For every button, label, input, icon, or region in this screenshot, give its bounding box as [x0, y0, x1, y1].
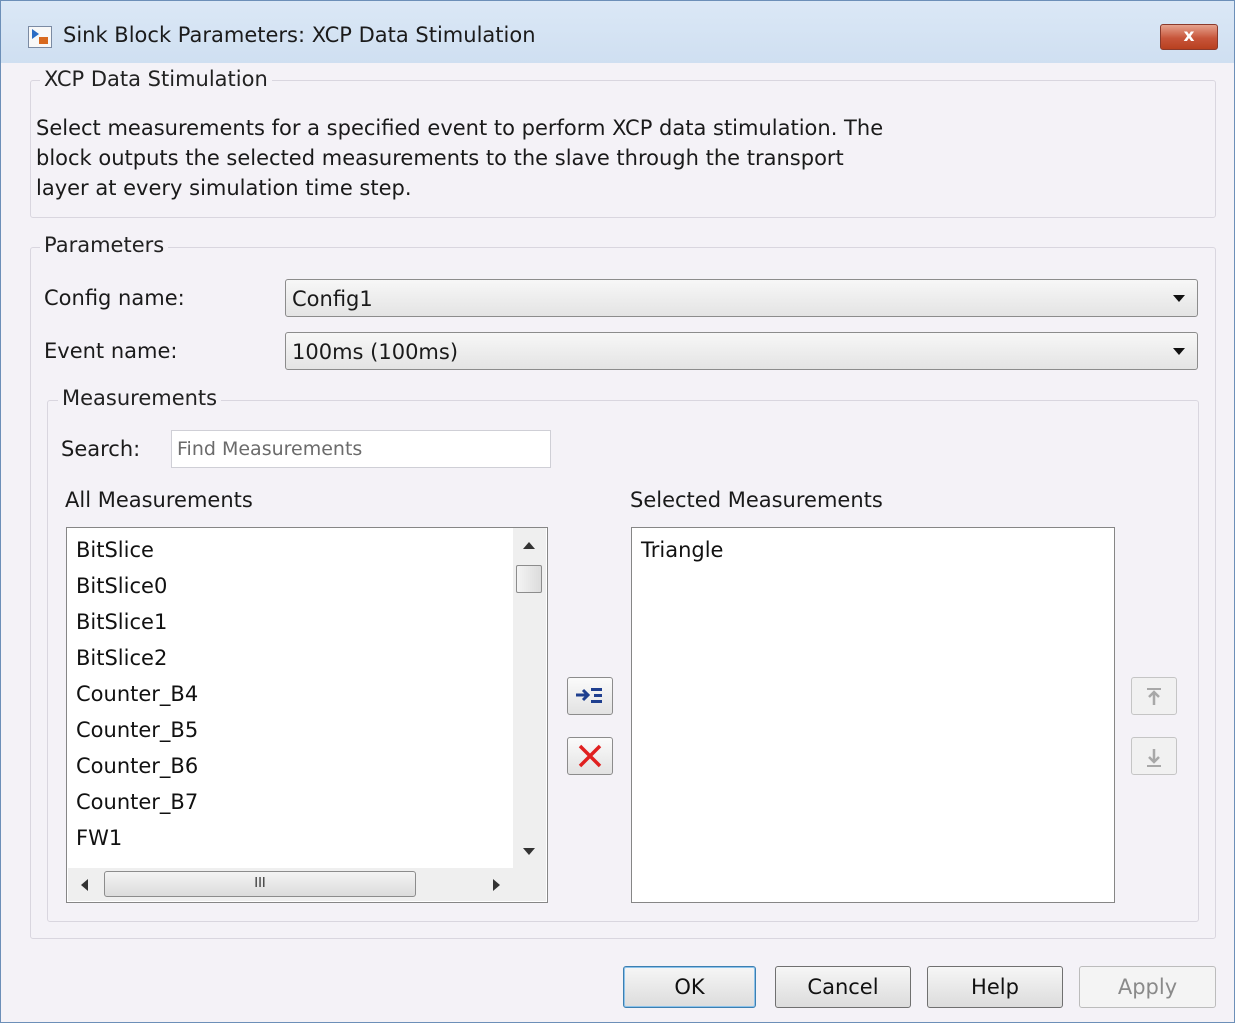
config-name-label: Config name: — [44, 286, 185, 310]
all-measurements-list[interactable]: BitSlice BitSlice0 BitSlice1 BitSlice2 C… — [66, 527, 548, 903]
list-item[interactable]: BitSlice2 — [76, 646, 167, 670]
window-title: Sink Block Parameters: XCP Data Stimulat… — [63, 23, 536, 47]
close-button[interactable]: x — [1160, 24, 1218, 50]
remove-measurement-button[interactable] — [567, 737, 613, 775]
scrollbar-corner — [513, 868, 546, 901]
list-item[interactable]: FW1 — [76, 826, 122, 850]
search-measurements-input[interactable]: Find Measurements — [171, 430, 551, 468]
list-item[interactable]: BitSlice — [76, 538, 154, 562]
vertical-scroll-thumb[interactable] — [516, 565, 542, 593]
help-button[interactable]: Help — [927, 966, 1063, 1008]
search-placeholder: Find Measurements — [177, 438, 363, 460]
selected-measurements-title: Selected Measurements — [630, 488, 883, 512]
horizontal-scroll-thumb[interactable]: III — [104, 871, 416, 897]
parameters-legend: Parameters — [40, 233, 169, 257]
all-measurements-title: All Measurements — [65, 488, 253, 512]
move-up-button[interactable] — [1131, 677, 1177, 715]
block-description: Select measurements for a specified even… — [36, 113, 936, 203]
list-item[interactable]: Counter_B4 — [76, 682, 198, 706]
list-item[interactable]: Counter_B5 — [76, 718, 198, 742]
event-name-value: 100ms (100ms) — [292, 340, 459, 364]
description-line-3: layer at every simulation time step. — [36, 176, 412, 200]
cancel-button[interactable]: Cancel — [775, 966, 911, 1008]
search-label: Search: — [61, 437, 141, 461]
list-item[interactable]: Triangle — [641, 538, 723, 562]
simulink-block-icon — [28, 26, 52, 48]
config-name-dropdown[interactable]: Config1 — [285, 279, 1198, 317]
close-icon: x — [1183, 26, 1195, 46]
chevron-down-icon — [1173, 295, 1185, 302]
move-down-button[interactable] — [1131, 737, 1177, 775]
measurements-legend: Measurements — [58, 386, 222, 410]
description-line-1: Select measurements for a specified even… — [36, 116, 884, 140]
description-legend: XCP Data Stimulation — [40, 67, 272, 91]
add-measurement-button[interactable] — [567, 677, 613, 715]
list-item[interactable]: BitSlice0 — [76, 574, 167, 598]
scroll-right-icon[interactable] — [493, 879, 500, 891]
list-item[interactable]: Counter_B7 — [76, 790, 198, 814]
scroll-left-icon[interactable] — [81, 879, 88, 891]
move-up-icon — [1147, 688, 1161, 705]
event-name-dropdown[interactable]: 100ms (100ms) — [285, 332, 1198, 370]
add-to-list-icon — [576, 688, 602, 703]
list-item[interactable]: BitSlice1 — [76, 610, 167, 634]
description-line-2: block outputs the selected measurements … — [36, 146, 844, 170]
chevron-down-icon — [1173, 348, 1185, 355]
ok-button[interactable]: OK — [623, 966, 756, 1008]
move-down-icon — [1147, 749, 1161, 767]
scroll-up-icon[interactable] — [523, 542, 535, 549]
event-name-label: Event name: — [44, 339, 178, 363]
apply-button[interactable]: Apply — [1079, 966, 1216, 1008]
title-bar[interactable]: Sink Block Parameters: XCP Data Stimulat… — [1, 1, 1234, 63]
scroll-down-icon[interactable] — [523, 848, 535, 855]
config-name-value: Config1 — [292, 287, 373, 311]
grip-icon: III — [254, 876, 266, 891]
list-item[interactable]: Counter_B6 — [76, 754, 198, 778]
selected-measurements-list[interactable]: Triangle — [631, 527, 1115, 903]
remove-icon — [578, 744, 602, 768]
